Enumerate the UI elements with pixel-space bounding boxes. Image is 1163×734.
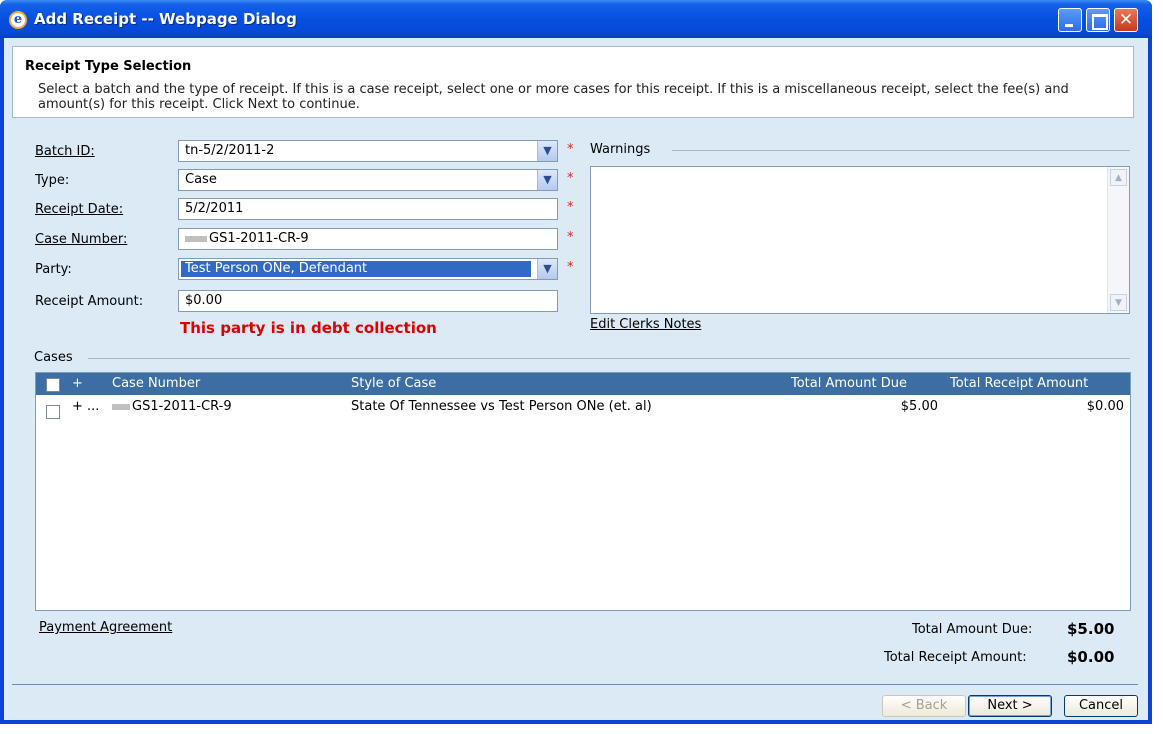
- scroll-up-icon[interactable]: ▲: [1110, 169, 1127, 186]
- column-header-case-number[interactable]: Case Number: [112, 376, 200, 391]
- case-number-value: GS1-2011-CR-9: [209, 231, 309, 246]
- back-button[interactable]: < Back: [882, 695, 966, 717]
- redacted-text: [112, 403, 130, 410]
- dialog-window: e Add Receipt -- Webpage Dialog ✕ Receip…: [0, 0, 1152, 724]
- scroll-down-icon[interactable]: ▼: [1110, 294, 1127, 311]
- case-number-label[interactable]: Case Number:: [35, 232, 127, 247]
- receipt-date-label[interactable]: Receipt Date:: [35, 202, 123, 217]
- cases-legend: Cases: [34, 350, 73, 365]
- cancel-button[interactable]: Cancel: [1064, 695, 1138, 717]
- required-marker: *: [567, 142, 574, 157]
- case-number-cell: GS1-2011-CR-9: [132, 399, 232, 414]
- batch-id-value: tn-5/2/2011-2: [185, 143, 275, 158]
- divider: [88, 358, 1130, 359]
- panel-title: Receipt Type Selection: [25, 59, 192, 74]
- expand-row-icon[interactable]: + ...: [72, 399, 99, 414]
- panel-description: Select a batch and the type of receipt. …: [38, 82, 1069, 112]
- dialog-body: Receipt Type Selection Select a batch an…: [4, 38, 1148, 720]
- next-button[interactable]: Next >: [968, 695, 1052, 717]
- total-receipt-label: Total Receipt Amount:: [884, 650, 1027, 665]
- party-label: Party:: [35, 262, 72, 277]
- receipt-amount-field[interactable]: $0.00: [178, 290, 558, 312]
- title-bar[interactable]: e Add Receipt -- Webpage Dialog ✕: [0, 0, 1152, 38]
- batch-id-select[interactable]: tn-5/2/2011-2 ▼: [178, 140, 558, 162]
- chevron-down-icon[interactable]: ▼: [537, 141, 557, 161]
- scrollbar[interactable]: ▲ ▼: [1107, 167, 1129, 313]
- case-number-field[interactable]: GS1-2011-CR-9: [178, 228, 558, 250]
- row-checkbox[interactable]: [46, 405, 60, 419]
- grid-header: + Case Number Style of Case Total Amount…: [36, 373, 1130, 395]
- expand-all-icon[interactable]: +: [72, 376, 83, 391]
- required-marker: *: [567, 200, 574, 215]
- column-header-total-receipt[interactable]: Total Receipt Amount: [950, 376, 1088, 391]
- table-row[interactable]: + ... GS1-2011-CR-9 State Of Tennessee v…: [36, 397, 1130, 419]
- required-marker: *: [567, 260, 574, 275]
- receipt-amount-label: Receipt Amount:: [35, 294, 144, 309]
- divider: [12, 684, 1138, 685]
- column-header-total-due[interactable]: Total Amount Due: [791, 376, 907, 391]
- chevron-down-icon[interactable]: ▼: [537, 170, 557, 190]
- minimize-button[interactable]: [1058, 8, 1082, 32]
- warnings-textarea[interactable]: ▲ ▼: [590, 166, 1130, 314]
- close-icon: ✕: [1118, 10, 1134, 30]
- required-marker: *: [567, 171, 574, 186]
- type-label: Type:: [35, 173, 70, 188]
- instructions-panel: Receipt Type Selection Select a batch an…: [12, 46, 1134, 118]
- party-value: Test Person ONe, Defendant: [181, 261, 531, 277]
- divider: [672, 150, 1130, 151]
- receipt-date-field[interactable]: 5/2/2011: [178, 198, 558, 220]
- total-due-cell: $5.00: [900, 399, 938, 414]
- total-due-label: Total Amount Due:: [912, 622, 1033, 637]
- total-due-value: $5.00: [1067, 620, 1115, 638]
- edit-clerks-notes-link[interactable]: Edit Clerks Notes: [590, 317, 701, 332]
- maximize-button[interactable]: [1086, 8, 1110, 32]
- ie-icon: e: [9, 11, 27, 29]
- cases-grid: + Case Number Style of Case Total Amount…: [35, 372, 1131, 611]
- column-header-style[interactable]: Style of Case: [351, 376, 436, 391]
- type-select[interactable]: Case ▼: [178, 169, 558, 191]
- receipt-amount-value: $0.00: [185, 293, 223, 308]
- required-marker: *: [567, 230, 574, 245]
- close-button[interactable]: ✕: [1114, 8, 1138, 32]
- redacted-text: [185, 235, 207, 242]
- warnings-legend: Warnings: [590, 142, 651, 157]
- total-receipt-value: $0.00: [1067, 648, 1115, 666]
- debt-collection-warning: This party is in debt collection: [180, 319, 437, 337]
- total-receipt-cell: $0.00: [1086, 399, 1124, 414]
- receipt-date-value: 5/2/2011: [185, 201, 244, 216]
- payment-agreement-link[interactable]: Payment Agreement: [39, 620, 172, 635]
- chevron-down-icon[interactable]: ▼: [537, 259, 557, 279]
- type-value: Case: [185, 172, 217, 187]
- select-all-checkbox[interactable]: [46, 378, 60, 392]
- window-title: Add Receipt -- Webpage Dialog: [34, 10, 297, 28]
- party-select[interactable]: Test Person ONe, Defendant ▼: [178, 258, 558, 280]
- style-of-case-cell: State Of Tennessee vs Test Person ONe (e…: [351, 399, 652, 414]
- batch-id-label[interactable]: Batch ID:: [35, 144, 95, 159]
